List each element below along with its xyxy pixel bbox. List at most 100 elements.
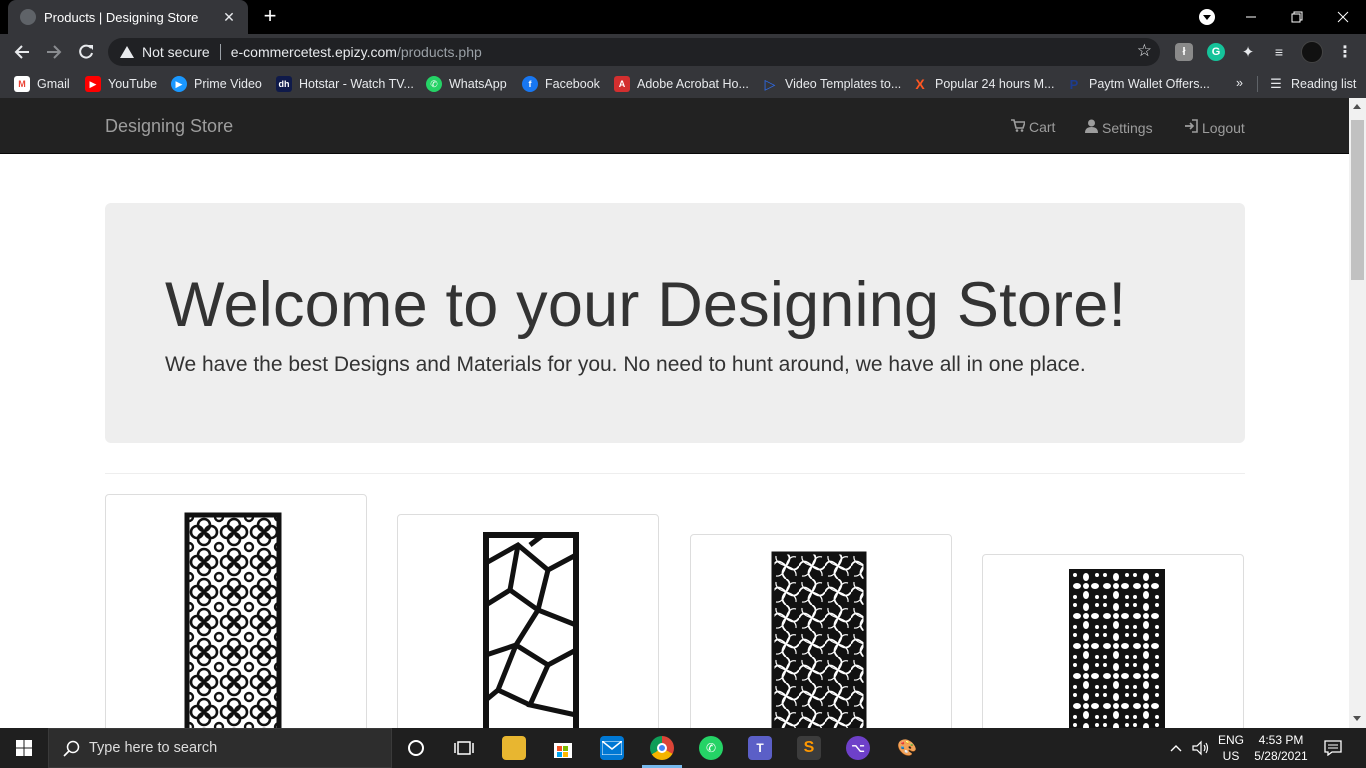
reading-list-icon: ☰	[1270, 76, 1282, 91]
whatsapp-desktop-icon[interactable]: ✆	[699, 736, 723, 760]
bookmark-video-templates[interactable]: ▷ Video Templates to...	[762, 75, 902, 92]
mail-icon[interactable]	[600, 736, 624, 760]
bookmark-facebook[interactable]: f Facebook	[522, 76, 600, 92]
site-brand[interactable]: Designing Store	[105, 116, 233, 137]
restore-icon	[1291, 11, 1303, 23]
reading-list-button[interactable]: ☰ Reading list	[1257, 76, 1356, 92]
shattered-glass-panel-image[interactable]	[398, 515, 659, 728]
media-queue-icon[interactable]: ≡	[1270, 43, 1288, 61]
page-scrollbar[interactable]	[1349, 98, 1366, 728]
bookmark-popular[interactable]: X Popular 24 hours M...	[912, 76, 1054, 92]
page-viewport: Designing Store Cart Settings Logout Wel…	[0, 98, 1349, 728]
extension-icon[interactable]: ł	[1175, 43, 1193, 61]
prime-video-icon: ▶	[171, 76, 187, 92]
microsoft-store-icon[interactable]	[551, 736, 575, 760]
search-icon	[63, 740, 80, 757]
shopping-cart-icon	[1011, 119, 1027, 135]
spiral-fan-panel-image[interactable]	[691, 535, 952, 728]
scroll-down-icon[interactable]	[1353, 716, 1361, 721]
arrow-right-icon	[47, 45, 62, 59]
bookmark-hotstar[interactable]: dh Hotstar - Watch TV...	[276, 76, 414, 92]
clock-date: 5/28/2021	[1254, 749, 1308, 763]
avatar[interactable]	[1301, 41, 1323, 63]
product-card[interactable]	[105, 494, 367, 728]
language-code: ENG	[1217, 733, 1244, 747]
tab-search-icon[interactable]	[1199, 9, 1215, 25]
nav-logout-label: Logout	[1202, 119, 1245, 136]
show-hidden-icons-icon[interactable]	[1170, 728, 1182, 768]
minimize-icon	[1246, 16, 1256, 18]
scroll-up-icon[interactable]	[1353, 104, 1361, 109]
scrollbar-thumb[interactable]	[1351, 120, 1364, 280]
windows-logo-icon	[16, 740, 32, 756]
quatrefoil-panel-image[interactable]	[106, 495, 367, 728]
forward-button[interactable]	[42, 40, 66, 64]
minimize-button[interactable]	[1228, 0, 1274, 34]
windows-taskbar: Type here to search ✆ T S ⌥ 🎨 ENG US 4:5…	[0, 728, 1366, 768]
close-window-button[interactable]	[1320, 0, 1366, 34]
bookmark-star-icon[interactable]: ☆	[1137, 41, 1152, 61]
product-card[interactable]	[397, 514, 659, 728]
restore-button[interactable]	[1274, 0, 1320, 34]
nav-logout-link[interactable]: Logout	[1184, 119, 1245, 136]
chrome-icon[interactable]	[650, 736, 674, 760]
bookmark-label: WhatsApp	[449, 77, 507, 91]
close-tab-icon[interactable]: ✕	[220, 9, 238, 26]
menu-kebab-icon[interactable]: ⋮	[1336, 43, 1354, 61]
grammarly-icon[interactable]: G	[1207, 43, 1225, 61]
bookmark-label: Facebook	[545, 77, 600, 91]
teams-icon[interactable]: T	[748, 736, 772, 760]
video-templates-icon: ▷	[764, 75, 776, 92]
volume-icon[interactable]	[1192, 728, 1210, 768]
notifications-icon[interactable]	[1324, 728, 1342, 768]
file-explorer-icon[interactable]	[502, 736, 526, 760]
nav-cart-label: Cart	[1029, 119, 1056, 135]
taskbar-search[interactable]: Type here to search	[48, 728, 392, 768]
address-bar[interactable]: Not secure e-commercetest.epizy.com/prod…	[108, 38, 1160, 66]
bookmark-label: Adobe Acrobat Ho...	[637, 77, 749, 91]
bookmark-label: Video Templates to...	[785, 77, 902, 91]
nav-settings-label: Settings	[1102, 119, 1153, 136]
paytm-icon: P	[1069, 76, 1079, 92]
back-button[interactable]	[10, 40, 34, 64]
reading-list-label: Reading list	[1291, 77, 1357, 91]
bookmark-adobe-acrobat[interactable]: A Adobe Acrobat Ho...	[614, 76, 749, 92]
task-view-icon[interactable]	[452, 736, 476, 760]
product-card[interactable]	[690, 534, 952, 728]
github-desktop-icon[interactable]: ⌥	[846, 736, 870, 760]
browser-tab-active[interactable]: Products | Designing Store ✕	[8, 0, 248, 34]
bookmark-label: Prime Video	[194, 77, 262, 91]
log-in-icon	[1184, 119, 1198, 136]
paint-icon[interactable]: 🎨	[895, 736, 919, 760]
puzzle-extensions-icon[interactable]: ✦	[1239, 43, 1257, 61]
sublime-text-icon[interactable]: S	[797, 736, 821, 760]
security-label[interactable]: Not secure	[142, 44, 210, 60]
product-card[interactable]	[982, 554, 1244, 728]
cortana-icon[interactable]	[404, 736, 428, 760]
input-language[interactable]: ENG US	[1216, 732, 1246, 764]
new-tab-button[interactable]: +	[258, 5, 282, 29]
hotstar-icon: dh	[276, 76, 292, 92]
welcome-heading: Welcome to your Designing Store!	[165, 270, 1127, 340]
nav-settings-link[interactable]: Settings	[1085, 119, 1153, 136]
bookmark-youtube[interactable]: ▶ YouTube	[85, 76, 157, 92]
url-path: /products.php	[396, 44, 482, 60]
bookmarks-overflow-button[interactable]: »	[1236, 76, 1243, 90]
gmail-icon: M	[14, 76, 30, 92]
bookmark-prime-video[interactable]: ▶ Prime Video	[171, 76, 262, 92]
browser-toolbar: Not secure e-commercetest.epizy.com/prod…	[0, 34, 1366, 70]
nav-cart-link[interactable]: Cart	[1011, 119, 1055, 135]
bookmark-gmail[interactable]: M Gmail	[14, 76, 70, 92]
taskbar-search-placeholder: Type here to search	[89, 740, 218, 756]
site-navbar: Designing Store Cart Settings Logout	[0, 98, 1349, 154]
globe-icon	[20, 9, 36, 25]
bookmark-paytm[interactable]: P Paytm Wallet Offers...	[1066, 76, 1210, 92]
floral-lattice-panel-image[interactable]	[983, 555, 1244, 728]
popular-x-icon: X	[915, 76, 925, 92]
reload-icon	[79, 44, 93, 59]
bookmark-label: Paytm Wallet Offers...	[1089, 77, 1210, 91]
bookmark-whatsapp[interactable]: ✆ WhatsApp	[426, 76, 507, 92]
reload-button[interactable]	[74, 40, 98, 64]
system-clock[interactable]: 4:53 PM 5/28/2021	[1248, 732, 1314, 764]
start-button[interactable]	[0, 728, 48, 768]
